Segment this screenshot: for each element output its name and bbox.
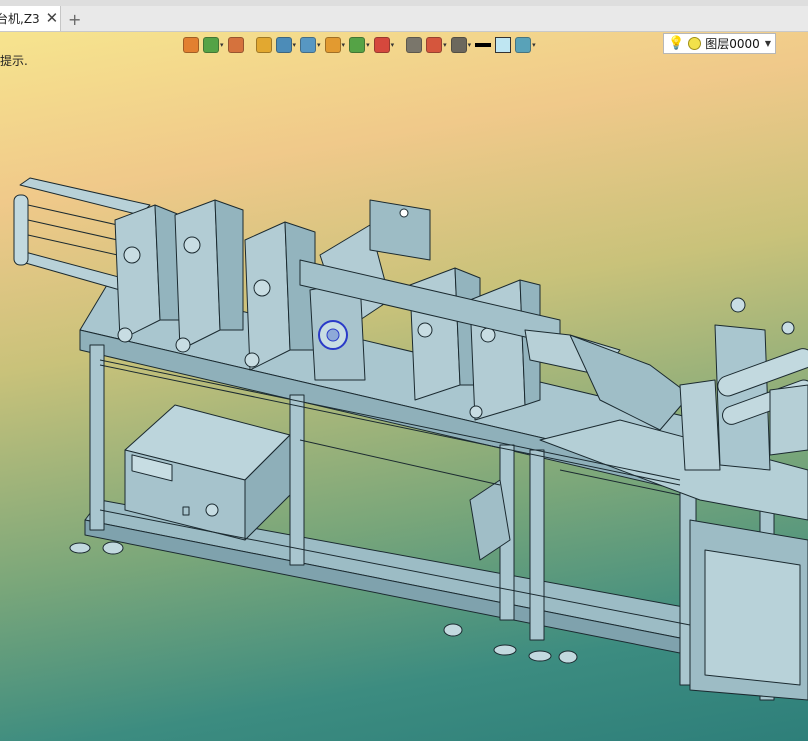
feeder-arm [19, 177, 151, 216]
leg [529, 449, 545, 641]
chevron-down-icon[interactable]: ▼ [765, 39, 771, 48]
station-2 [174, 199, 244, 353]
chevron-down-icon[interactable]: ▾ [468, 41, 472, 49]
chevron-down-icon[interactable]: ▾ [342, 41, 346, 49]
caster [69, 542, 91, 554]
layer-manager-icon [203, 37, 219, 53]
chevron-down-icon[interactable]: ▾ [443, 41, 447, 49]
layers-stack-icon [515, 37, 532, 53]
chevron-down-icon[interactable]: ▾ [532, 41, 536, 49]
target-button[interactable]: ▾ [373, 35, 396, 55]
solid-box-icon [255, 37, 272, 53]
tab-bar: 台机,Z3 ✕ + [0, 0, 808, 32]
document-tab[interactable]: 台机,Z3 ✕ [0, 6, 61, 31]
lower-frame-front [84, 519, 691, 656]
fill-color-button[interactable] [494, 35, 512, 55]
caster [102, 541, 124, 555]
chevron-down-icon[interactable]: ▾ [293, 41, 297, 49]
caster [443, 623, 463, 637]
leg [89, 344, 105, 531]
chevron-down-icon[interactable]: ▾ [391, 41, 395, 49]
feeder-arm-lower [14, 251, 131, 291]
view-cube-button[interactable]: ▾ [299, 35, 322, 55]
frame-button[interactable] [405, 35, 423, 55]
right-frame-inner [704, 549, 801, 686]
zoom-fit-icon [349, 37, 366, 53]
line-color-button[interactable] [474, 35, 492, 55]
layers-stack-button[interactable]: ▾ [514, 35, 537, 55]
window-top-strip [0, 0, 808, 6]
chevron-down-icon[interactable]: ▾ [220, 41, 224, 49]
pencil-button[interactable] [227, 35, 245, 55]
dimension-icon [426, 37, 443, 53]
machine-model[interactable] [0, 32, 808, 741]
solid-box-button[interactable] [255, 35, 273, 55]
zoom-fit-button[interactable]: ▾ [348, 35, 371, 55]
layer-name: 图层0000 [705, 37, 760, 51]
line-color-icon [475, 43, 492, 47]
exit-button[interactable] [182, 35, 200, 55]
caster [528, 650, 552, 662]
control-box-knob [205, 503, 219, 517]
station-3 [244, 221, 316, 371]
cube-button[interactable]: ▾ [275, 35, 298, 55]
cube-icon [275, 37, 292, 53]
render-icon [324, 37, 341, 53]
add-tab-button[interactable]: + [68, 10, 81, 29]
caster [493, 644, 517, 656]
caster [558, 650, 578, 664]
display-button[interactable]: ▾ [450, 35, 473, 55]
view-toolbar: ▾ ▾ ▾ ▾ ▾ ▾ ▾ ▾ ▾ [182, 34, 537, 56]
chevron-down-icon[interactable]: ▾ [366, 41, 370, 49]
control-box-switch [182, 506, 190, 516]
document-tab-label: 台机,Z3 [0, 12, 40, 26]
layer-state-icon[interactable] [688, 37, 702, 50]
leg [289, 394, 305, 566]
exit-icon [183, 37, 199, 53]
frame-icon [406, 37, 423, 53]
bulb-icon[interactable]: 💡 [668, 36, 684, 51]
render-button[interactable]: ▾ [324, 35, 347, 55]
view-cube-icon [300, 37, 317, 53]
close-icon[interactable]: ✕ [46, 11, 59, 26]
chevron-down-icon[interactable]: ▾ [317, 41, 321, 49]
target-icon [373, 37, 390, 53]
fill-color-icon [495, 37, 512, 53]
dimension-button[interactable]: ▾ [425, 35, 448, 55]
feeder-roller [13, 194, 29, 266]
roller-stand [679, 297, 808, 471]
layer-manager-button[interactable]: ▾ [202, 35, 225, 55]
pencil-icon [227, 37, 244, 53]
display-icon [450, 37, 467, 53]
layer-dropdown[interactable]: 💡 图层0000 ▼ [663, 33, 776, 54]
